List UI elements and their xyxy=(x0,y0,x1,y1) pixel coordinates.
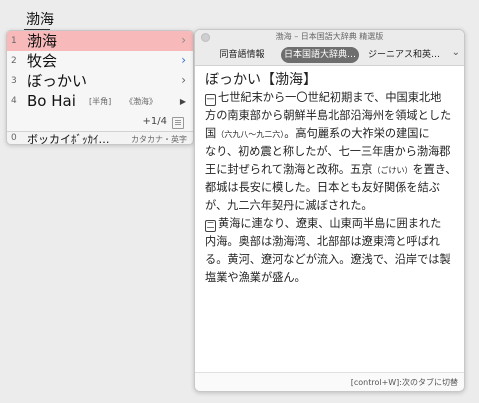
candidate-tag-original: 《渤海》 xyxy=(125,97,157,106)
entry-line: る。黄河、遼河などが流入。遼浅で、沿岸では製 xyxy=(205,253,451,266)
entry-line: 王に封ぜられて渤海と改称。五京（ごけい）を置き、 xyxy=(205,163,457,176)
candidate-text: ぼっかい xyxy=(27,72,88,90)
candidate-text: ボッカイﾎﾞｯｶｲ… xyxy=(27,133,110,145)
candidate-item-2[interactable]: 2 牧会 › xyxy=(7,51,193,71)
candidate-item-0[interactable]: 0 ボッカイﾎﾞｯｶｲ… カタカナ・英字 xyxy=(7,131,193,145)
candidate-tag-width: [半角] xyxy=(89,97,112,106)
triangle-right-icon[interactable]: ▶ xyxy=(180,97,186,106)
entry-line: 都城は長安に模した。日本とも友好関係を結ぶ xyxy=(205,181,440,194)
entry-line: が、九二六年契丹に滅ぼされた。 xyxy=(205,199,373,212)
entry-line: 塩業や漁業が盛ん。 xyxy=(205,271,306,284)
candidate-number: 0 xyxy=(11,133,17,143)
candidate-item-4[interactable]: 4 Bo Hai [半角] 《渤海》 ▶ xyxy=(7,91,193,111)
candidate-number: 4 xyxy=(11,96,17,106)
dictionary-entry: ぼっかい【渤海】 一七世紀末から一〇世紀初期まで、中国東北地 方の南東部から朝鮮… xyxy=(195,66,464,372)
entry-line: 二黄海に連なり、遼東、山東両半島に囲まれた xyxy=(205,217,442,232)
dictionary-window-title: 渤海 – 日本国語大辞典 精選版 xyxy=(275,32,384,41)
entry-line: 国（六九八〜九二六）。高句麗系の大祚栄の建国に xyxy=(205,127,430,140)
entry-headword: ぼっかい【渤海】 xyxy=(205,72,317,88)
candidate-type-label: カタカナ・英字 xyxy=(131,135,187,144)
candidate-number: 3 xyxy=(11,76,17,86)
pager-count: 1/4 xyxy=(150,116,167,127)
candidate-window: 1 渤海 › 2 牧会 › 3 ぼっかい › 4 Bo Hai [半角] 《渤海… xyxy=(6,30,194,145)
chevron-right-icon[interactable]: › xyxy=(181,33,186,47)
dictionary-tabbar: 同音語情報 日本国語大辞典… ジーニアス和英… ⌄ xyxy=(195,45,464,66)
candidate-number: 2 xyxy=(11,56,17,66)
candidate-pager: +1/4 xyxy=(7,115,193,131)
pager-prefix: + xyxy=(142,116,151,127)
pager-text: +1/4 xyxy=(143,116,167,127)
dictionary-window: 渤海 – 日本国語大辞典 精選版 同音語情報 日本国語大辞典… ジーニアス和英…… xyxy=(194,29,465,392)
tab-genius-dictionary[interactable]: ジーニアス和英… xyxy=(365,47,443,63)
tab-homophone-info[interactable]: 同音語情報 xyxy=(213,47,271,63)
candidate-text: 牧会 xyxy=(27,52,58,70)
sense-two-icon: 二 xyxy=(205,220,216,232)
entry-line: 方の南東部から朝鮮半島北部沿海州を領域とした xyxy=(205,109,452,122)
chevron-down-icon[interactable]: ⌄ xyxy=(452,47,460,58)
list-icon[interactable] xyxy=(172,117,184,129)
candidate-number: 1 xyxy=(11,36,17,46)
entry-line: なり、初め震と称したが、七一三年唐から渤海郡 xyxy=(205,145,451,158)
dictionary-footer: [control+W]:次のタブに切替 xyxy=(195,372,464,391)
entry-line: 一七世紀末から一〇世紀初期まで、中国東北地 xyxy=(205,91,442,106)
sense-one-icon: 一 xyxy=(205,94,216,106)
composition-text: 渤海 xyxy=(26,12,54,28)
candidate-item-1[interactable]: 1 渤海 › xyxy=(7,31,193,51)
chevron-right-icon[interactable]: › xyxy=(181,73,186,87)
dictionary-titlebar: 渤海 – 日本国語大辞典 精選版 xyxy=(195,30,464,45)
candidate-text: 渤海 xyxy=(27,32,58,50)
chevron-right-icon[interactable]: › xyxy=(181,53,186,67)
entry-line: 内海。奥部は渤海湾、北部部は遼東湾と呼ばれ xyxy=(205,235,440,248)
candidate-text: Bo Hai xyxy=(27,92,76,110)
tab-nikkoku-dictionary[interactable]: 日本国語大辞典… xyxy=(281,47,359,63)
shortcut-hint: [control+W]:次のタブに切替 xyxy=(350,378,458,387)
candidate-item-3[interactable]: 3 ぼっかい › xyxy=(7,71,193,91)
